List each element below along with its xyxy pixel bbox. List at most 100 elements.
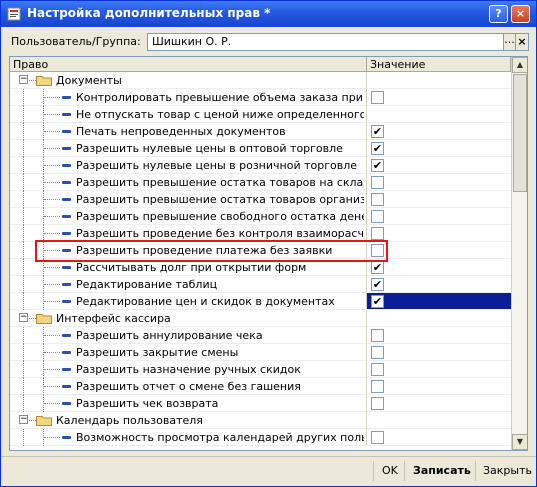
right-cell[interactable]: Разрешить проведение без контроля взаимо… [10, 225, 367, 242]
close-window-button[interactable]: × [511, 5, 530, 23]
table-row[interactable]: Редактирование цен и скидок в документах… [10, 293, 511, 310]
right-cell[interactable]: Печать непроведенных документов [10, 123, 367, 140]
value-cell[interactable] [367, 327, 511, 344]
right-cell[interactable]: Разрешить превышение остатка товаров орг… [10, 191, 367, 208]
value-cell[interactable]: ✔ [367, 259, 511, 276]
scroll-thumb[interactable] [513, 74, 527, 192]
scroll-down-icon[interactable]: ▼ [512, 434, 527, 450]
right-cell[interactable]: Возможность просмотра календарей других … [10, 429, 367, 446]
value-cell[interactable] [367, 106, 511, 123]
table-row[interactable]: Возможность просмотра календарей других … [10, 429, 511, 446]
value-cell[interactable] [367, 378, 511, 395]
right-cell[interactable]: Не отпускать товар с ценой ниже определе… [10, 106, 367, 123]
value-cell[interactable] [367, 225, 511, 242]
value-cell[interactable] [367, 310, 511, 327]
group-row[interactable]: − Документы [10, 72, 511, 89]
value-cell[interactable] [367, 395, 511, 412]
value-cell[interactable]: ✔ [367, 140, 511, 157]
permission-checkbox[interactable]: ✔ [371, 278, 384, 291]
close-button[interactable]: Закрыть [483, 464, 532, 478]
permission-checkbox[interactable]: ✔ [371, 261, 384, 274]
ok-button[interactable]: OK [382, 464, 398, 478]
table-row[interactable]: Разрешить проведение платежа без заявки [10, 242, 511, 259]
right-cell[interactable]: Редактирование таблиц [10, 276, 367, 293]
permission-checkbox[interactable] [371, 91, 384, 104]
permission-checkbox[interactable]: ✔ [371, 159, 384, 172]
collapse-icon[interactable]: − [19, 75, 28, 84]
group-row[interactable]: − Интерфейс кассира [10, 310, 511, 327]
permission-checkbox[interactable]: ✔ [371, 295, 384, 308]
right-cell[interactable]: Разрешить закрытие смены [10, 344, 367, 361]
right-cell[interactable]: Разрешить проведение платежа без заявки [10, 242, 367, 259]
column-header-right[interactable]: Право [10, 57, 367, 72]
right-cell[interactable]: Разрешить превышение остатка товаров на … [10, 174, 367, 191]
value-cell[interactable]: ✔ [367, 157, 511, 174]
permission-checkbox[interactable]: ✔ [371, 125, 384, 138]
value-cell[interactable] [367, 72, 511, 89]
table-row[interactable]: Разрешить аннулирование чека [10, 327, 511, 344]
table-row[interactable]: Контролировать превышение объема заказа … [10, 89, 511, 106]
value-cell[interactable]: ✔ [367, 276, 511, 293]
table-row[interactable]: Разрешить назначение ручных скидок [10, 361, 511, 378]
table-row[interactable]: Редактирование таблиц ✔ [10, 276, 511, 293]
value-cell[interactable] [367, 412, 511, 429]
right-cell[interactable]: Рассчитывать долг при открытии форм [10, 259, 367, 276]
help-button[interactable]: ? [489, 5, 508, 23]
right-cell[interactable]: Разрешить нулевые цены в розничной торго… [10, 157, 367, 174]
right-cell[interactable]: − Календарь пользователя [10, 412, 367, 429]
table-row[interactable]: Разрешить отчет о смене без гашения [10, 378, 511, 395]
right-cell[interactable]: Разрешить назначение ручных скидок [10, 361, 367, 378]
right-cell[interactable]: Разрешить отчет о смене без гашения [10, 378, 367, 395]
right-cell[interactable]: Разрешить чек возврата [10, 395, 367, 412]
user-group-field[interactable]: Шишкин О. Р. [147, 33, 504, 51]
permission-checkbox[interactable] [371, 397, 384, 410]
value-cell[interactable] [367, 242, 511, 259]
right-cell[interactable]: Разрешить аннулирование чека [10, 327, 367, 344]
collapse-icon[interactable]: − [19, 313, 28, 322]
permission-checkbox[interactable] [371, 244, 384, 257]
permission-checkbox[interactable] [371, 346, 384, 359]
table-row[interactable]: Разрешить проведение без контроля взаимо… [10, 225, 511, 242]
right-cell[interactable]: Разрешить нулевые цены в оптовой торговл… [10, 140, 367, 157]
title-bar[interactable]: Настройка дополнительных прав * ? × [1, 1, 536, 27]
value-cell[interactable]: ✔ [367, 123, 511, 140]
vertical-scrollbar[interactable]: ▲ ▼ [511, 57, 527, 450]
right-cell[interactable]: Редактирование цен и скидок в документах [10, 293, 367, 310]
value-cell[interactable] [367, 174, 511, 191]
table-row[interactable]: Разрешить превышение остатка товаров орг… [10, 191, 511, 208]
table-row[interactable]: Разрешить закрытие смены [10, 344, 511, 361]
scroll-up-icon[interactable]: ▲ [512, 57, 527, 73]
value-cell[interactable] [367, 344, 511, 361]
right-cell[interactable]: − Документы [10, 72, 367, 89]
value-cell[interactable] [367, 361, 511, 378]
table-row[interactable]: Разрешить нулевые цены в оптовой торговл… [10, 140, 511, 157]
save-button[interactable]: Записать [413, 464, 471, 478]
value-cell[interactable]: ✔ [367, 293, 511, 310]
permission-checkbox[interactable] [371, 329, 384, 342]
table-row[interactable]: Разрешить превышение остатка товаров на … [10, 174, 511, 191]
table-row[interactable]: Разрешить чек возврата [10, 395, 511, 412]
permission-checkbox[interactable] [371, 227, 384, 240]
right-cell[interactable]: Контролировать превышение объема заказа … [10, 89, 367, 106]
clear-user-button[interactable]: × [515, 33, 529, 51]
table-row[interactable]: Рассчитывать долг при открытии форм ✔ [10, 259, 511, 276]
value-cell[interactable] [367, 429, 511, 446]
right-cell[interactable]: − Интерфейс кассира [10, 310, 367, 327]
right-cell[interactable]: Разрешить превышение свободного остатка … [10, 208, 367, 225]
permission-checkbox[interactable] [371, 363, 384, 376]
rights-table[interactable]: Право Значение − Документы Контролировать … [9, 56, 528, 451]
table-row[interactable]: Разрешить превышение свободного остатка … [10, 208, 511, 225]
collapse-icon[interactable]: − [19, 415, 28, 424]
permission-checkbox[interactable]: ✔ [371, 142, 384, 155]
table-row[interactable]: Разрешить нулевые цены в розничной торго… [10, 157, 511, 174]
value-cell[interactable] [367, 208, 511, 225]
table-row[interactable]: Не отпускать товар с ценой ниже определе… [10, 106, 511, 123]
permission-checkbox[interactable] [371, 210, 384, 223]
table-row[interactable]: Печать непроведенных документов ✔ [10, 123, 511, 140]
column-header-value[interactable]: Значение [367, 57, 511, 72]
value-cell[interactable] [367, 191, 511, 208]
group-row[interactable]: − Календарь пользователя [10, 412, 511, 429]
permission-checkbox[interactable] [371, 380, 384, 393]
value-cell[interactable] [367, 89, 511, 106]
permission-checkbox[interactable] [371, 193, 384, 206]
